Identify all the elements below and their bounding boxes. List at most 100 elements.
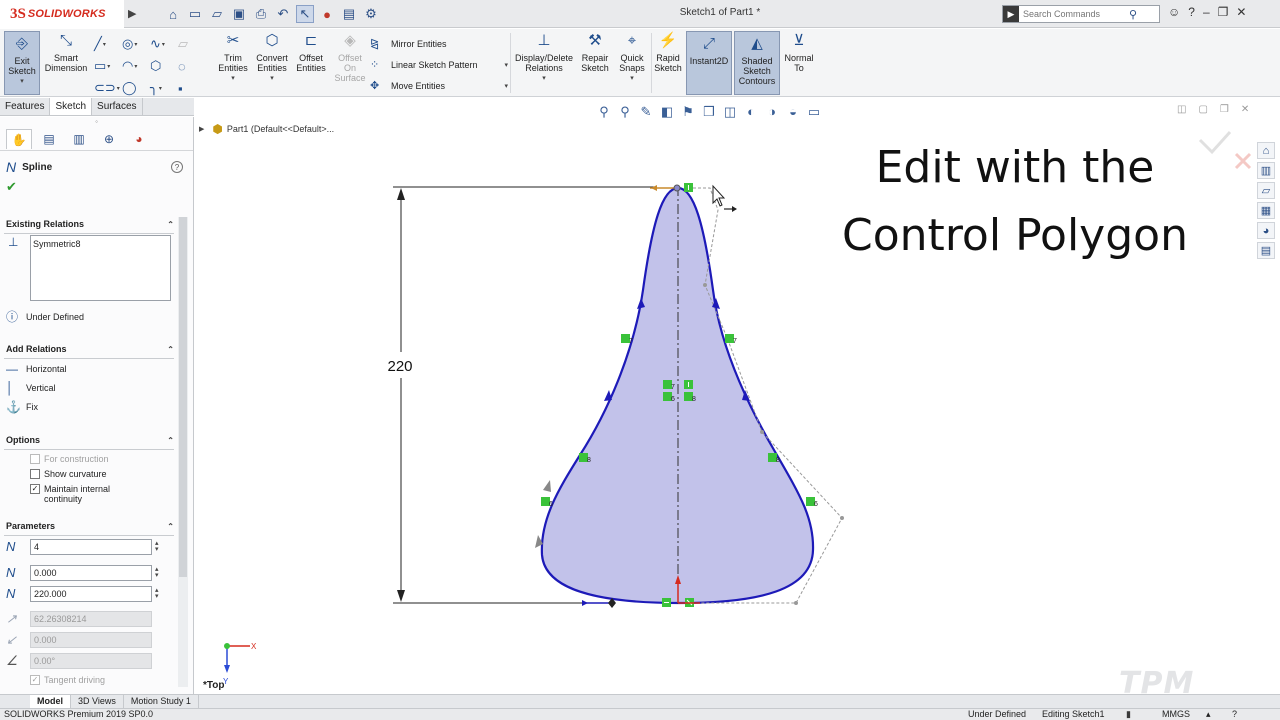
tangent-arrow-handle[interactable]	[582, 600, 588, 606]
dropdown-arrow-icon[interactable]: ▾	[542, 74, 546, 84]
menu-expand-icon[interactable]: ▶	[128, 7, 136, 20]
tab-motion-study[interactable]: Motion Study 1	[124, 695, 199, 708]
save-icon[interactable]: ▣	[230, 5, 248, 23]
smart-dimension-button[interactable]: ⤡ Smart Dimension	[42, 31, 90, 73]
collapse-chevron-icon[interactable]: ⌃	[167, 522, 174, 531]
relation-glyph[interactable]: 7	[621, 334, 633, 345]
relation-glyph[interactable]	[684, 183, 693, 192]
select-arrow-icon[interactable]: ↖	[296, 5, 314, 23]
existing-relations-list[interactable]: Symmetric8	[30, 235, 171, 301]
tangent-angle-field[interactable]: 0.00°	[30, 652, 152, 669]
offset-entities-button[interactable]: ⊏ Offset Entities	[293, 31, 329, 73]
tangent-driving-checkbox[interactable]: ✓ Tangent driving	[0, 675, 178, 690]
control-vertex[interactable]	[794, 601, 798, 605]
rectangle-icon[interactable]: ▭ ▾	[94, 55, 118, 77]
rebuild-traffic-light-icon[interactable]: ●	[318, 5, 336, 23]
spinner-icon[interactable]: ▴ ▾	[155, 540, 159, 553]
tab-surfaces[interactable]: Surfaces	[92, 98, 143, 115]
control-vertex[interactable]	[703, 283, 707, 287]
tangent-weight-2-field[interactable]: 0.000	[30, 631, 152, 648]
parameters-header[interactable]: Parameters ⌃	[0, 519, 178, 533]
solidworks-logo[interactable]: 3S SOLIDWORKS	[0, 0, 124, 28]
relation-item[interactable]: Symmetric8	[33, 239, 168, 249]
unit-system[interactable]: MMGS	[1162, 709, 1190, 720]
search-mode-icon[interactable]: ▶	[1003, 6, 1019, 22]
tab-sketch[interactable]: Sketch	[50, 98, 93, 115]
undo-icon[interactable]: ↶	[274, 5, 292, 23]
relation-glyph[interactable]	[662, 598, 671, 607]
y-coordinate-field[interactable]: 220.000	[30, 585, 152, 602]
panel-drag-handle[interactable]: ◦	[0, 117, 193, 129]
collapse-chevron-icon[interactable]: ⌃	[167, 436, 174, 445]
restore-icon[interactable]: ❐	[1218, 5, 1229, 19]
rebuild-indicator-icon[interactable]: ▮	[1126, 709, 1131, 720]
exit-sketch-button[interactable]: ⎆ Exit Sketch ▾	[4, 31, 40, 95]
convert-entities-button[interactable]: ⬡ Convert Entities ▾	[254, 31, 290, 84]
scrollbar-thumb[interactable]	[179, 217, 187, 577]
collapse-chevron-icon[interactable]: ⌃	[167, 345, 174, 354]
property-manager-tab-icon[interactable]: ✋	[6, 129, 32, 149]
dropdown-arrow-icon[interactable]: ▾	[504, 82, 508, 90]
spline-profile[interactable]	[540, 186, 815, 605]
plane-icon[interactable]: ▱	[178, 33, 202, 55]
dropdown-arrow-icon[interactable]: ▾	[231, 74, 235, 84]
checkbox-box-checked[interactable]: ✓	[30, 675, 40, 685]
fillet-icon[interactable]: ╮ ▾	[150, 77, 174, 99]
close-icon[interactable]: ✕	[1236, 5, 1246, 19]
add-relations-header[interactable]: Add Relations ⌃	[0, 342, 178, 356]
relation-glyph[interactable]: 7	[725, 334, 737, 345]
options-gear-icon[interactable]: ⚙	[362, 5, 380, 23]
home-icon[interactable]: ⌂	[164, 5, 182, 23]
trim-entities-button[interactable]: ✂ Trim Entities ▾	[216, 31, 250, 84]
spline-point-top[interactable]	[673, 184, 681, 192]
arc-icon[interactable]: ◠ ▾	[122, 55, 146, 77]
tab-features[interactable]: Features	[0, 98, 51, 115]
quick-snaps-button[interactable]: ⌖ Quick Snaps ▾	[615, 31, 649, 84]
checkbox-box[interactable]	[30, 469, 40, 479]
offset-on-surface-button[interactable]: ◈ Offset On Surface	[332, 31, 368, 83]
checkbox-box-checked[interactable]: ✓	[30, 484, 40, 494]
search-commands-input[interactable]	[1019, 9, 1129, 19]
customize-status-icon[interactable]: ?	[1232, 709, 1237, 720]
point-number-field[interactable]: 4	[30, 538, 152, 555]
tab-3d-views[interactable]: 3D Views	[71, 695, 124, 708]
file-properties-icon[interactable]: ▤	[340, 5, 358, 23]
options-header[interactable]: Options ⌃	[0, 433, 178, 447]
normal-to-button[interactable]: ⊻ Normal To	[782, 31, 816, 73]
dropdown-arrow-icon[interactable]: ▾	[630, 74, 634, 84]
new-document-icon[interactable]: ▭	[186, 5, 204, 23]
unit-dropdown-icon[interactable]: ▴	[1206, 709, 1211, 720]
help-icon[interactable]: ?	[1188, 5, 1195, 19]
x-coordinate-field[interactable]: 0.000	[30, 564, 152, 581]
print-icon[interactable]: ⎙	[252, 5, 270, 23]
spinner-icon[interactable]: ▴ ▾	[155, 566, 159, 579]
control-vertex[interactable]	[840, 516, 844, 520]
tab-model[interactable]: Model	[30, 695, 71, 708]
dropdown-arrow-icon[interactable]: ▾	[20, 77, 24, 87]
repair-sketch-button[interactable]: ⚒ Repair Sketch	[578, 31, 612, 73]
for-construction-checkbox[interactable]: For construction	[0, 454, 178, 469]
move-entities-button[interactable]: ✥ Move Entities ▾	[370, 75, 508, 96]
circle-icon[interactable]: ◎ ▾	[122, 33, 146, 55]
spline-icon[interactable]: ∿ ▾	[150, 33, 174, 55]
maintain-continuity-checkbox[interactable]: ✓ Maintain internal continuity	[0, 484, 178, 510]
instant2d-button[interactable]: ⤢ Instant2D	[686, 31, 732, 95]
show-curvature-checkbox[interactable]: Show curvature	[0, 469, 178, 484]
text-icon[interactable]: ▪	[178, 77, 202, 99]
relation-glyph[interactable]	[684, 380, 693, 389]
shaded-sketch-contours-button[interactable]: ◭ Shaded Sketch Contours	[734, 31, 780, 95]
feature-tree-tab-icon[interactable]: ▤	[36, 129, 62, 149]
relation-glyph[interactable]: 6	[541, 497, 553, 508]
slot-icon[interactable]: ⊂⊃ ▾	[94, 77, 120, 99]
relation-horizontal[interactable]: — Horizontal	[0, 359, 178, 378]
configuration-tab-icon[interactable]: ▥	[66, 129, 92, 149]
relation-fix[interactable]: ⚓ Fix	[0, 397, 178, 416]
search-commands-box[interactable]: ▶ ⚲	[1002, 5, 1160, 23]
collapse-chevron-icon[interactable]: ⌃	[167, 220, 174, 229]
dropdown-arrow-icon[interactable]: ▾	[504, 61, 508, 69]
point-icon[interactable]: ◌	[178, 55, 202, 77]
checkbox-box[interactable]	[30, 454, 40, 464]
minimize-icon[interactable]: –	[1203, 5, 1210, 19]
linear-sketch-pattern-button[interactable]: ⁘ Linear Sketch Pattern ▾	[370, 54, 508, 75]
dropdown-arrow-icon[interactable]: ▾	[270, 74, 274, 84]
